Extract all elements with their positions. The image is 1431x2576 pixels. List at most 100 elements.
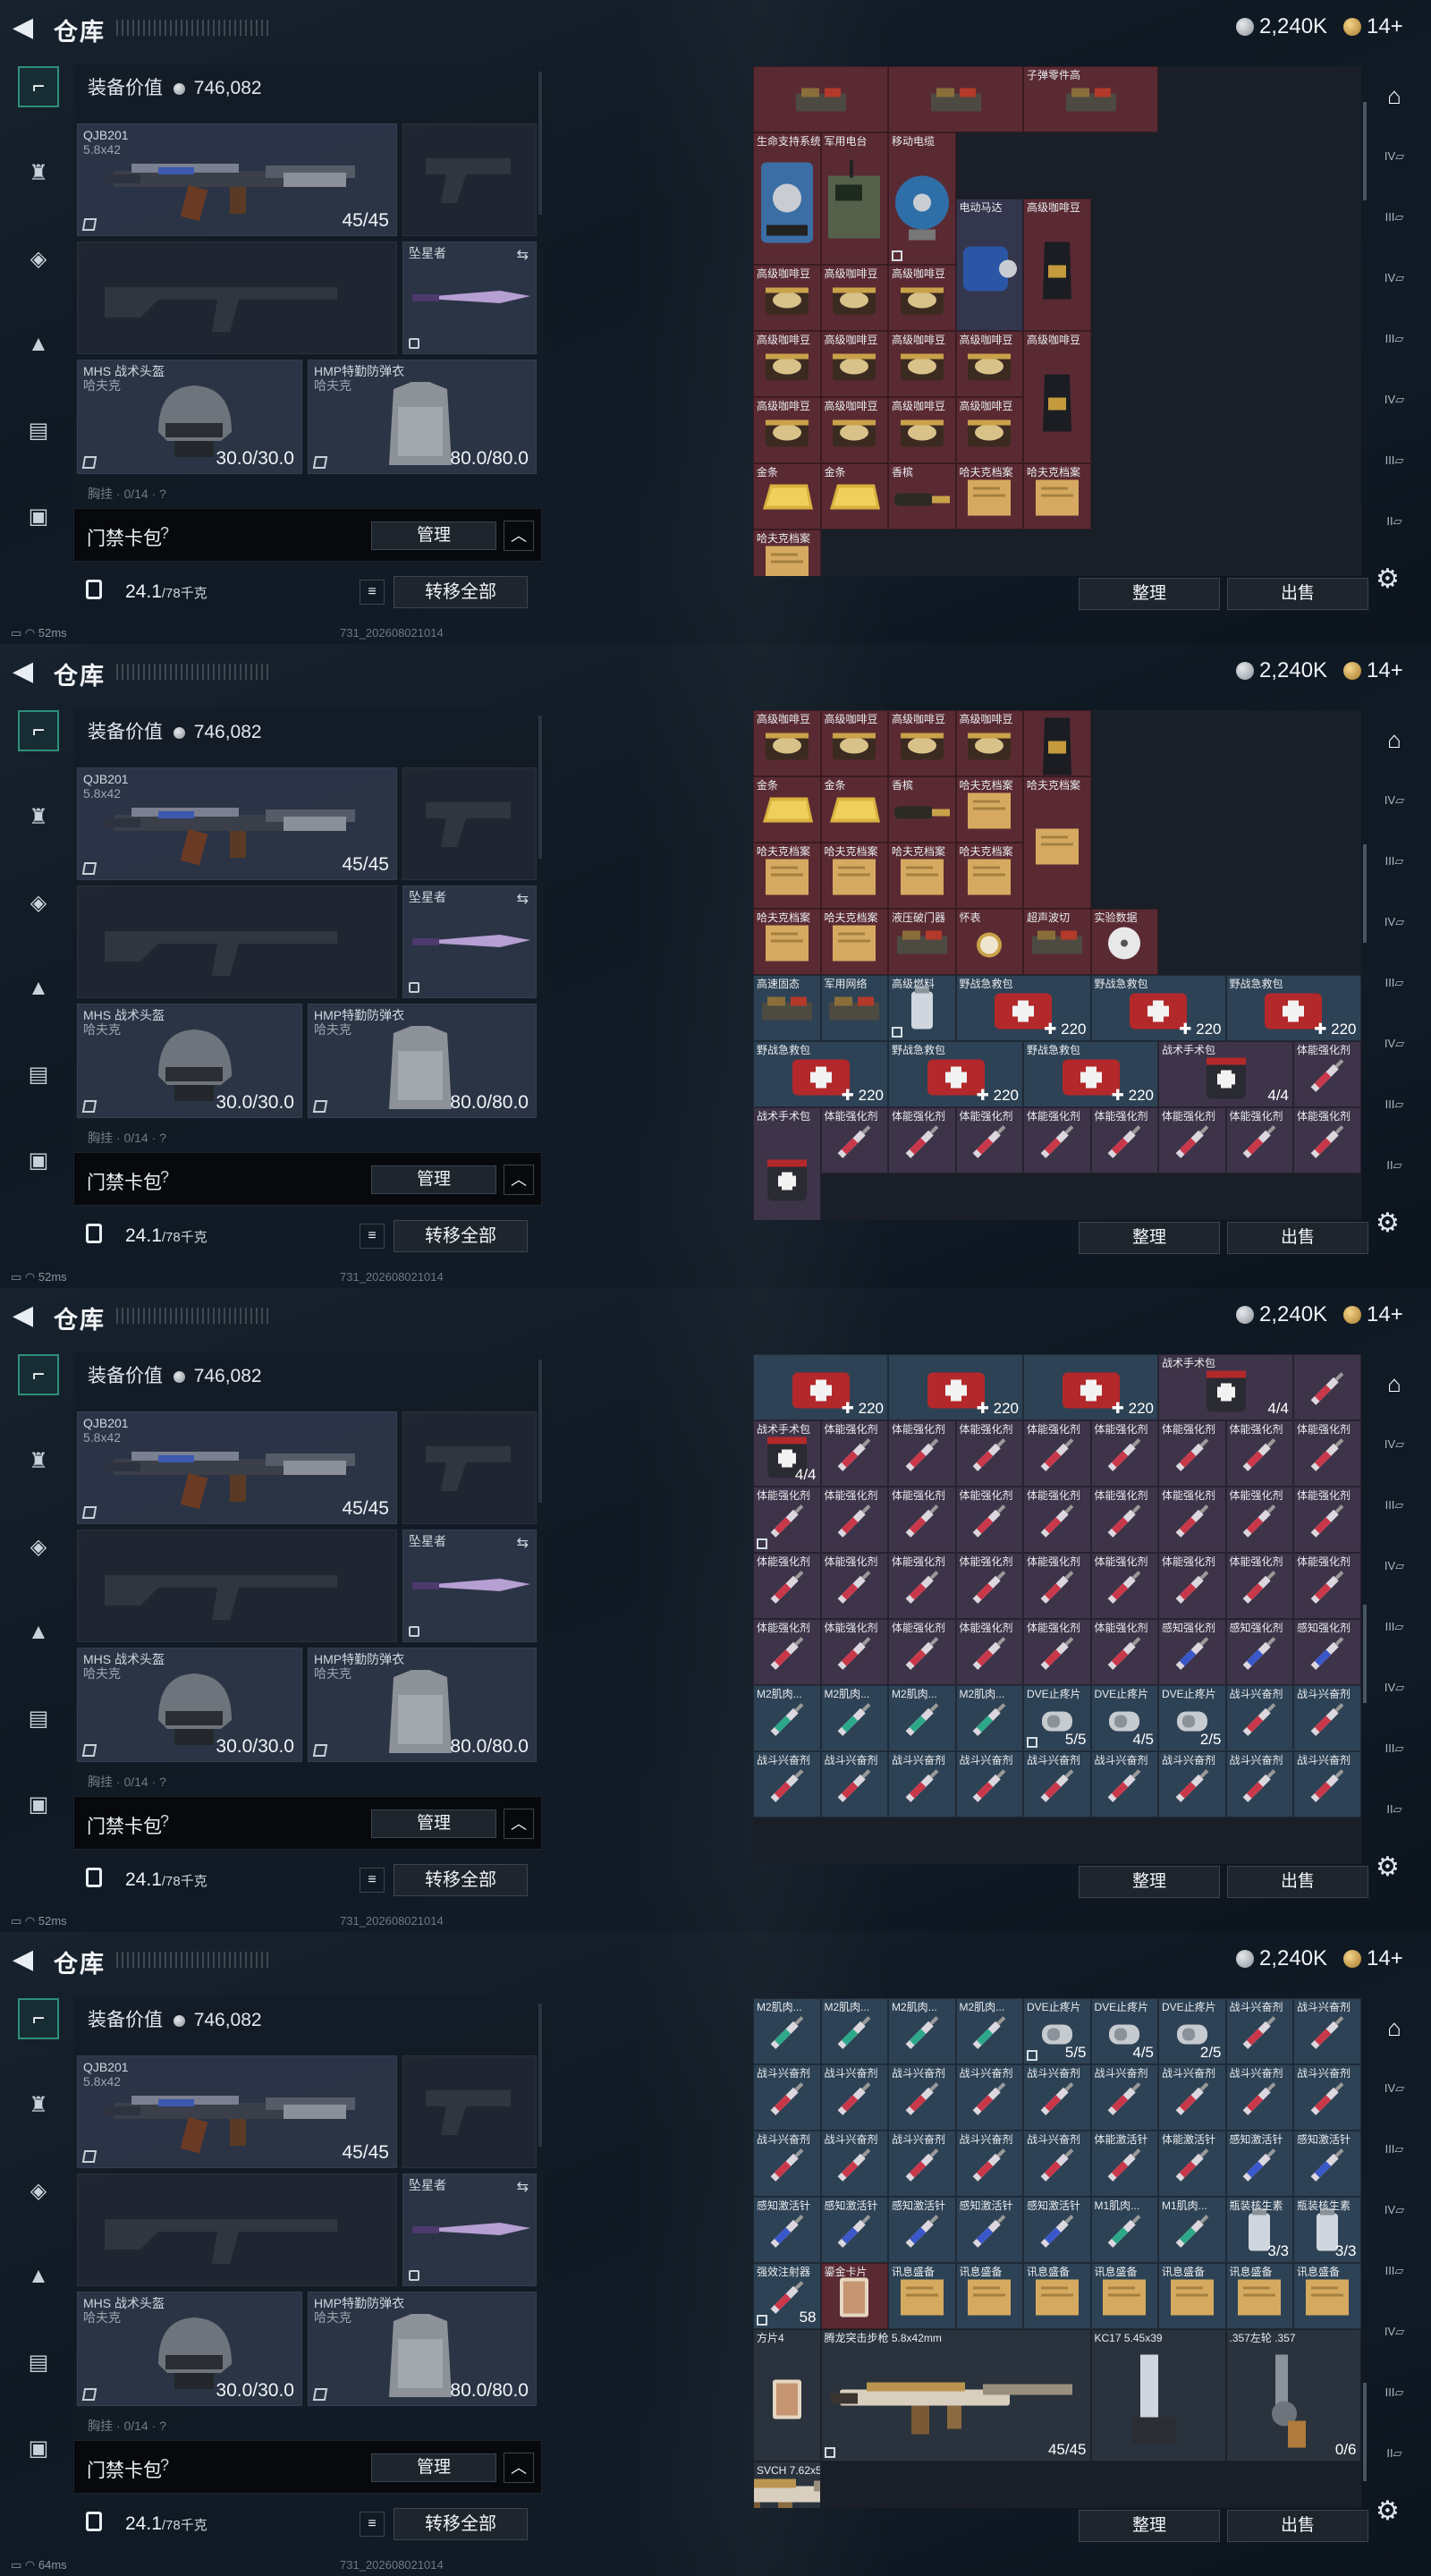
storage-item[interactable]: 金条 xyxy=(820,776,888,843)
storage-item[interactable]: 高级咖啡豆 xyxy=(820,397,888,463)
storage-item[interactable]: 战术手术包 4/4 xyxy=(753,1420,821,1487)
chest-rig-tab-icon[interactable]: ▤ xyxy=(18,1054,59,1095)
storage-page-tab-icon[interactable]: III▱ xyxy=(1377,322,1411,356)
storage-item[interactable] xyxy=(753,66,888,132)
storage-item[interactable]: 讯息盛备 xyxy=(1023,2263,1091,2329)
storage-item[interactable]: 讯息盛备 xyxy=(955,2263,1023,2329)
home-storage-icon[interactable]: ⌂ xyxy=(1377,723,1411,757)
storage-item[interactable]: 体能强化剂 xyxy=(1023,1553,1091,1619)
storage-item[interactable]: 腾龙突击步枪 5.8x42mm 45/45 xyxy=(820,2329,1091,2462)
transfer-all-button[interactable]: 转移全部 xyxy=(394,2508,528,2540)
chest-rig-tab-icon[interactable]: ▤ xyxy=(18,1698,59,1739)
storage-page-tab-icon[interactable]: III▱ xyxy=(1377,1488,1411,1522)
storage-item[interactable]: 鎏金卡片 xyxy=(820,2263,888,2329)
storage-item[interactable]: 体能强化剂 xyxy=(1225,1553,1293,1619)
storage-item[interactable]: 子弹零件高 xyxy=(1023,66,1158,132)
storage-item[interactable]: DVE止疼片 4/5 xyxy=(1090,1998,1158,2064)
body-armor-slot[interactable]: HMP特勤防弹衣 哈夫克 80.0/80.0 xyxy=(308,1004,537,1118)
storage-item[interactable]: ✚ 220 xyxy=(1023,1354,1158,1420)
primary-weapon-slot[interactable]: QJB201 5.8x42 45/45 xyxy=(77,123,397,236)
storage-item[interactable]: 怀表 xyxy=(955,909,1023,975)
storage-item[interactable]: 金条 xyxy=(753,463,821,530)
storage-scrollbar[interactable] xyxy=(1363,1605,1367,1703)
pistol-slot-empty[interactable] xyxy=(402,1411,537,1524)
chevron-up-icon[interactable]: ︿ xyxy=(504,1165,534,1195)
storage-item[interactable]: 高级咖啡豆 xyxy=(753,710,821,776)
storage-item[interactable]: 高级咖啡豆 xyxy=(1023,199,1091,331)
help-icon[interactable]: ? xyxy=(160,2456,169,2475)
storage-item[interactable]: 体能强化剂 xyxy=(820,1619,888,1685)
storage-item[interactable]: 体能强化剂 xyxy=(820,1107,888,1174)
melee-slot[interactable]: 坠星者 ⇆ xyxy=(402,886,537,998)
manage-button[interactable]: 管理 xyxy=(371,2453,496,2482)
storage-item[interactable]: 哈夫克档案 xyxy=(820,909,888,975)
storage-item[interactable]: 高级咖啡豆 xyxy=(820,265,888,331)
storage-item[interactable]: 体能强化剂 xyxy=(820,1553,888,1619)
storage-item[interactable]: 香槟 xyxy=(888,463,956,530)
storage-item[interactable]: 高级咖啡豆 xyxy=(820,331,888,397)
backpack-tab-icon[interactable]: ▲ xyxy=(18,1612,59,1653)
storage-item[interactable]: 瓶装核生素 3/3 xyxy=(1225,2197,1293,2263)
case-tab-icon[interactable]: ▣ xyxy=(18,1784,59,1825)
storage-item[interactable]: 体能强化剂 xyxy=(888,1487,956,1553)
storage-item[interactable]: 液压破门器 xyxy=(888,909,956,975)
loadout-scrollbar[interactable] xyxy=(538,1360,542,1503)
storage-item[interactable]: 战斗兴奋剂 xyxy=(888,2064,956,2131)
storage-item[interactable]: 感知强化剂 xyxy=(1225,1619,1293,1685)
gear-icon[interactable]: ⚙ xyxy=(1376,1208,1400,1239)
storage-item[interactable]: 体能强化剂 xyxy=(1293,1553,1361,1619)
transfer-all-button[interactable]: 转移全部 xyxy=(394,1864,528,1896)
storage-item[interactable]: 战斗兴奋剂 xyxy=(955,2131,1023,2197)
storage-page-tab-icon[interactable]: III▱ xyxy=(1377,844,1411,878)
storage-item[interactable]: 讯息盛备 xyxy=(1225,2263,1293,2329)
back-arrow-icon[interactable]: ◀ xyxy=(13,13,43,43)
storage-item[interactable]: ✚ 220 xyxy=(888,1354,1023,1420)
storage-item[interactable]: M2肌肉... xyxy=(753,1998,821,2064)
storage-item[interactable]: 战斗兴奋剂 xyxy=(753,2131,821,2197)
storage-item[interactable]: 战斗兴奋剂 xyxy=(1023,1751,1091,1818)
storage-item[interactable]: 高级咖啡豆 xyxy=(753,331,821,397)
storage-item[interactable]: 体能强化剂 xyxy=(1023,1619,1091,1685)
loadout-scrollbar[interactable] xyxy=(538,716,542,859)
storage-item[interactable]: 瓶装核生素 3/3 xyxy=(1293,2197,1361,2263)
storage-item[interactable]: DVE止疼片 5/5 xyxy=(1023,1998,1091,2064)
chevron-up-icon[interactable]: ︿ xyxy=(504,2453,534,2483)
storage-item[interactable]: M2肌肉... xyxy=(955,1998,1023,2064)
storage-item[interactable]: 战斗兴奋剂 xyxy=(1090,1751,1158,1818)
storage-item[interactable]: 金条 xyxy=(753,776,821,843)
storage-item[interactable]: 体能强化剂 xyxy=(1158,1420,1226,1487)
storage-item[interactable]: 体能强化剂 xyxy=(1293,1041,1361,1107)
storage-item[interactable]: 体能强化剂 xyxy=(1090,1107,1158,1174)
storage-item[interactable]: 高级咖啡豆 xyxy=(753,265,821,331)
silver-currency[interactable]: 2,240K xyxy=(1236,1302,1327,1327)
swap-icon[interactable]: ⇆ xyxy=(517,246,529,264)
helmet-tab-icon[interactable]: ◈ xyxy=(18,2170,59,2211)
storage-item[interactable]: 方片4 xyxy=(753,2329,821,2462)
storage-item[interactable]: SVCH 7.62x54R xyxy=(753,2462,821,2508)
silver-currency[interactable]: 2,240K xyxy=(1236,658,1327,683)
storage-item[interactable]: 体能强化剂 xyxy=(753,1487,821,1553)
backpack-tab-icon[interactable]: ▲ xyxy=(18,324,59,365)
list-icon[interactable]: ≡ xyxy=(360,2512,385,2537)
case-tab-icon[interactable]: ▣ xyxy=(18,1140,59,1181)
storage-item[interactable]: 体能激活针 xyxy=(1158,2131,1226,2197)
storage-item[interactable]: 讯息盛备 xyxy=(888,2263,956,2329)
storage-page-tab-icon[interactable]: III▱ xyxy=(1377,2376,1411,2410)
storage-page-tab-icon[interactable]: IV▱ xyxy=(1377,784,1411,818)
storage-item[interactable]: 战斗兴奋剂 xyxy=(820,2131,888,2197)
list-icon[interactable]: ≡ xyxy=(360,1868,385,1893)
storage-item[interactable]: 体能强化剂 xyxy=(753,1619,821,1685)
armor-tab-icon[interactable]: ♜ xyxy=(18,152,59,193)
storage-item[interactable]: 战斗兴奋剂 xyxy=(753,1751,821,1818)
chest-rig-tab-icon[interactable]: ▤ xyxy=(18,2342,59,2383)
weapon-tab-icon[interactable]: ⌐ xyxy=(18,1354,59,1395)
storage-item[interactable]: 体能强化剂 xyxy=(1225,1487,1293,1553)
storage-item[interactable]: 讯息盛备 xyxy=(1293,2263,1361,2329)
loadout-scrollbar[interactable] xyxy=(538,2004,542,2147)
silver-currency[interactable]: 2,240K xyxy=(1236,14,1327,39)
weapon-tab-icon[interactable]: ⌐ xyxy=(18,66,59,107)
secondary-weapon-slot-empty[interactable] xyxy=(77,886,397,998)
storage-item[interactable]: 感知激活针 xyxy=(888,2197,956,2263)
storage-item[interactable]: M2肌肉... xyxy=(820,1685,888,1751)
storage-page-tab-icon[interactable]: III▱ xyxy=(1377,966,1411,1000)
